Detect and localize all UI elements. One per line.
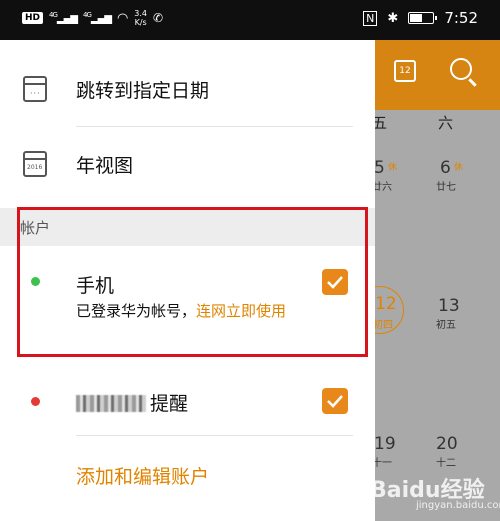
search-icon[interactable]	[450, 58, 472, 80]
year-calendar-icon: 2016	[23, 151, 47, 177]
lunar-19: 十一	[372, 458, 392, 469]
battery-icon	[408, 12, 438, 24]
wifi-icon: ◠	[116, 10, 129, 26]
day-5[interactable]: 5	[374, 158, 385, 178]
check-icon	[327, 395, 343, 408]
account-color-dot	[31, 397, 40, 406]
divider	[76, 435, 353, 436]
clock: 7:52	[444, 9, 478, 27]
status-bar: HD 4G▂▄▆ 4G▂▄▆ ◠ 3.4 K/s ✆ N ✱ 7:52	[0, 0, 500, 40]
lunar-13: 初五	[436, 320, 456, 331]
calendar-header: 12	[370, 40, 500, 110]
network-speed: 3.4 K/s	[134, 9, 148, 27]
goto-date-label: 跳转到指定日期	[76, 80, 210, 102]
year-view-label: 年视图	[76, 155, 134, 177]
calendar-today-icon[interactable]: 12	[394, 60, 416, 82]
watermark-url: jingyan.baidu.com	[416, 500, 500, 511]
day-20[interactable]: 20	[436, 434, 458, 454]
missed-call-icon: ✆	[153, 11, 164, 25]
day-6[interactable]: 6	[440, 158, 451, 178]
nfc-icon: N	[363, 10, 378, 26]
lunar-12: 初四	[373, 320, 393, 331]
reminder-account-name: 提醒	[76, 389, 188, 416]
redacted-text	[76, 395, 146, 412]
weekday-sat: 六	[438, 114, 454, 132]
holiday-tag-5: 休	[388, 163, 398, 173]
holiday-tag-6: 休	[454, 163, 464, 173]
day-13[interactable]: 13	[438, 296, 460, 316]
calendar-jump-icon: ···	[23, 76, 47, 102]
add-edit-accounts-button[interactable]: 添加和编辑账户	[76, 462, 209, 489]
signal-icon-2: 4G▂▄▆	[82, 11, 112, 25]
lunar-6: 廿七	[436, 182, 456, 193]
day-19[interactable]: 19	[374, 434, 396, 454]
day-12[interactable]: 12	[375, 294, 397, 314]
highlight-box	[17, 207, 368, 357]
bluetooth-icon: ✱	[387, 10, 399, 26]
lunar-20: 十二	[436, 458, 456, 469]
signal-icon-1: 4G▂▄▆	[49, 11, 78, 25]
reminder-account-checkbox[interactable]	[322, 388, 348, 414]
lunar-5: 廿六	[372, 182, 392, 193]
year-view-item[interactable]: 2016 年视图	[0, 127, 375, 200]
goto-date-item[interactable]: ··· 跳转到指定日期	[0, 52, 375, 125]
calendar-background: 12 五 六 5 休 廿六 6 休 廿七 12 初四 13 初五 19 十一 2…	[356, 40, 500, 521]
hd-icon: HD	[22, 12, 44, 24]
